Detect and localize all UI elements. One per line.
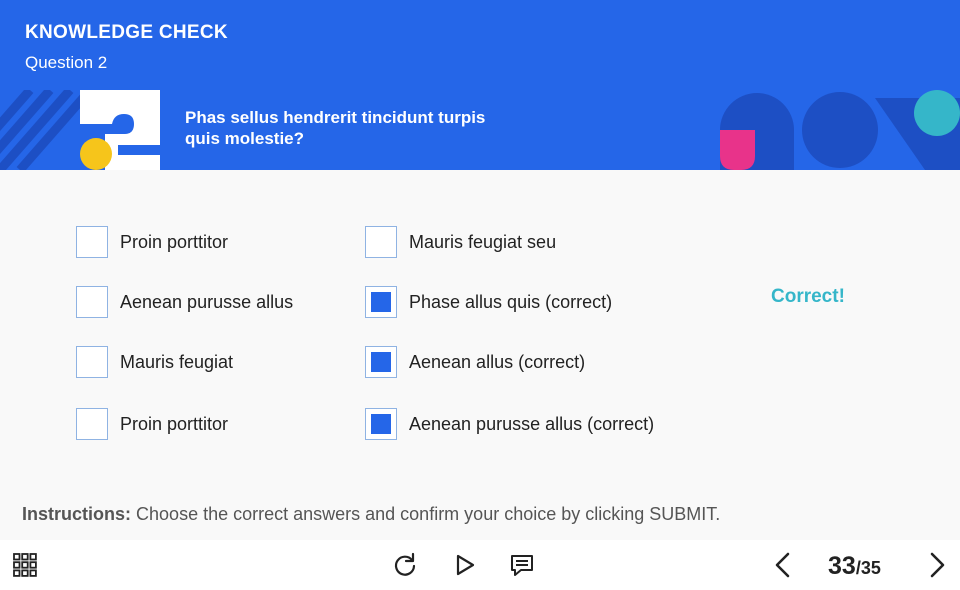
answer-option[interactable]: Mauris feugiat seu [365, 226, 556, 258]
answer-label: Aenean allus (correct) [409, 351, 586, 372]
answer-label: Proin porttitor [120, 413, 229, 434]
answer-label: Proin porttitor [120, 231, 229, 252]
replay-icon[interactable] [390, 550, 420, 580]
instructions-text: Instructions: Choose the correct answers… [22, 504, 720, 525]
question-number: Question 2 [25, 53, 108, 72]
instructions-prefix: Instructions: [22, 504, 132, 524]
page-total: 35 [860, 558, 881, 578]
answer-option[interactable]: Mauris feugiat [76, 346, 233, 378]
checkbox[interactable] [365, 346, 397, 378]
answer-label: Mauris feugiat [120, 351, 234, 372]
checkbox[interactable] [365, 286, 397, 318]
section-title: KNOWLEDGE CHECK [25, 22, 228, 43]
feedback-message: Correct! [771, 286, 845, 307]
play-icon[interactable] [450, 550, 480, 580]
answer-label: Phase allus quis (correct) [409, 291, 613, 312]
grid-menu-icon[interactable] [10, 550, 40, 580]
answer-label: Aenean purusse allus (correct) [409, 413, 655, 434]
checkbox[interactable] [76, 226, 108, 258]
answer-option[interactable]: Aenean allus (correct) [365, 346, 585, 378]
answer-label: Aenean purusse allus [120, 291, 294, 312]
question-body: Proin porttitor Aenean purusse allus Mau… [0, 170, 960, 540]
checkbox[interactable] [76, 286, 108, 318]
instructions-body: Choose the correct answers and confirm y… [136, 504, 721, 524]
checkbox[interactable] [76, 408, 108, 440]
prev-icon[interactable] [768, 550, 798, 580]
answer-option[interactable]: Aenean purusse allus [76, 286, 293, 318]
player-footer: 33/35 [0, 540, 960, 590]
answer-option[interactable]: Phase allus quis (correct) [365, 286, 612, 318]
checkbox[interactable] [76, 346, 108, 378]
answer-option[interactable]: Proin porttitor [76, 408, 228, 440]
geometric-shapes-decoration-icon [720, 90, 960, 170]
page-indicator: 33/35 [828, 552, 881, 581]
checkbox[interactable] [365, 408, 397, 440]
header-banner: KNOWLEDGE CHECK Question 2 Phas sellus h… [0, 0, 960, 170]
answer-option[interactable]: Aenean purusse allus (correct) [365, 408, 654, 440]
transcript-icon[interactable] [507, 550, 537, 580]
question-mark-decoration-icon [0, 90, 160, 170]
answer-label: Mauris feugiat seu [409, 231, 557, 252]
answer-option[interactable]: Proin porttitor [76, 226, 228, 258]
next-icon[interactable] [922, 550, 952, 580]
question-text: Phas sellus hendrerit tincidunt turpis q… [185, 108, 486, 148]
page-current: 33 [828, 552, 856, 580]
checkbox[interactable] [365, 226, 397, 258]
